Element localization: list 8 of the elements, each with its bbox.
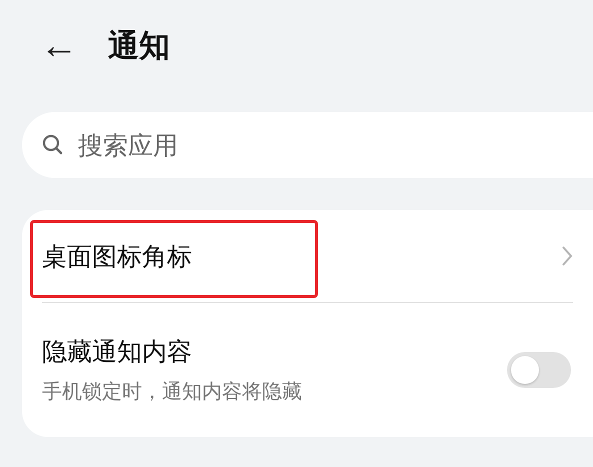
search-field[interactable]: 搜索应用 — [22, 112, 593, 178]
back-button[interactable]: ← — [36, 27, 82, 65]
setting-description: 手机锁定时，通知内容将隐藏 — [42, 378, 302, 405]
toggle-switch[interactable] — [507, 352, 571, 388]
chevron-icon — [561, 245, 573, 267]
setting-label: 隐藏通知内容 — [42, 336, 192, 368]
setting-label: 桌面图标角标 — [42, 240, 192, 272]
page-title: 通知 — [108, 27, 170, 66]
